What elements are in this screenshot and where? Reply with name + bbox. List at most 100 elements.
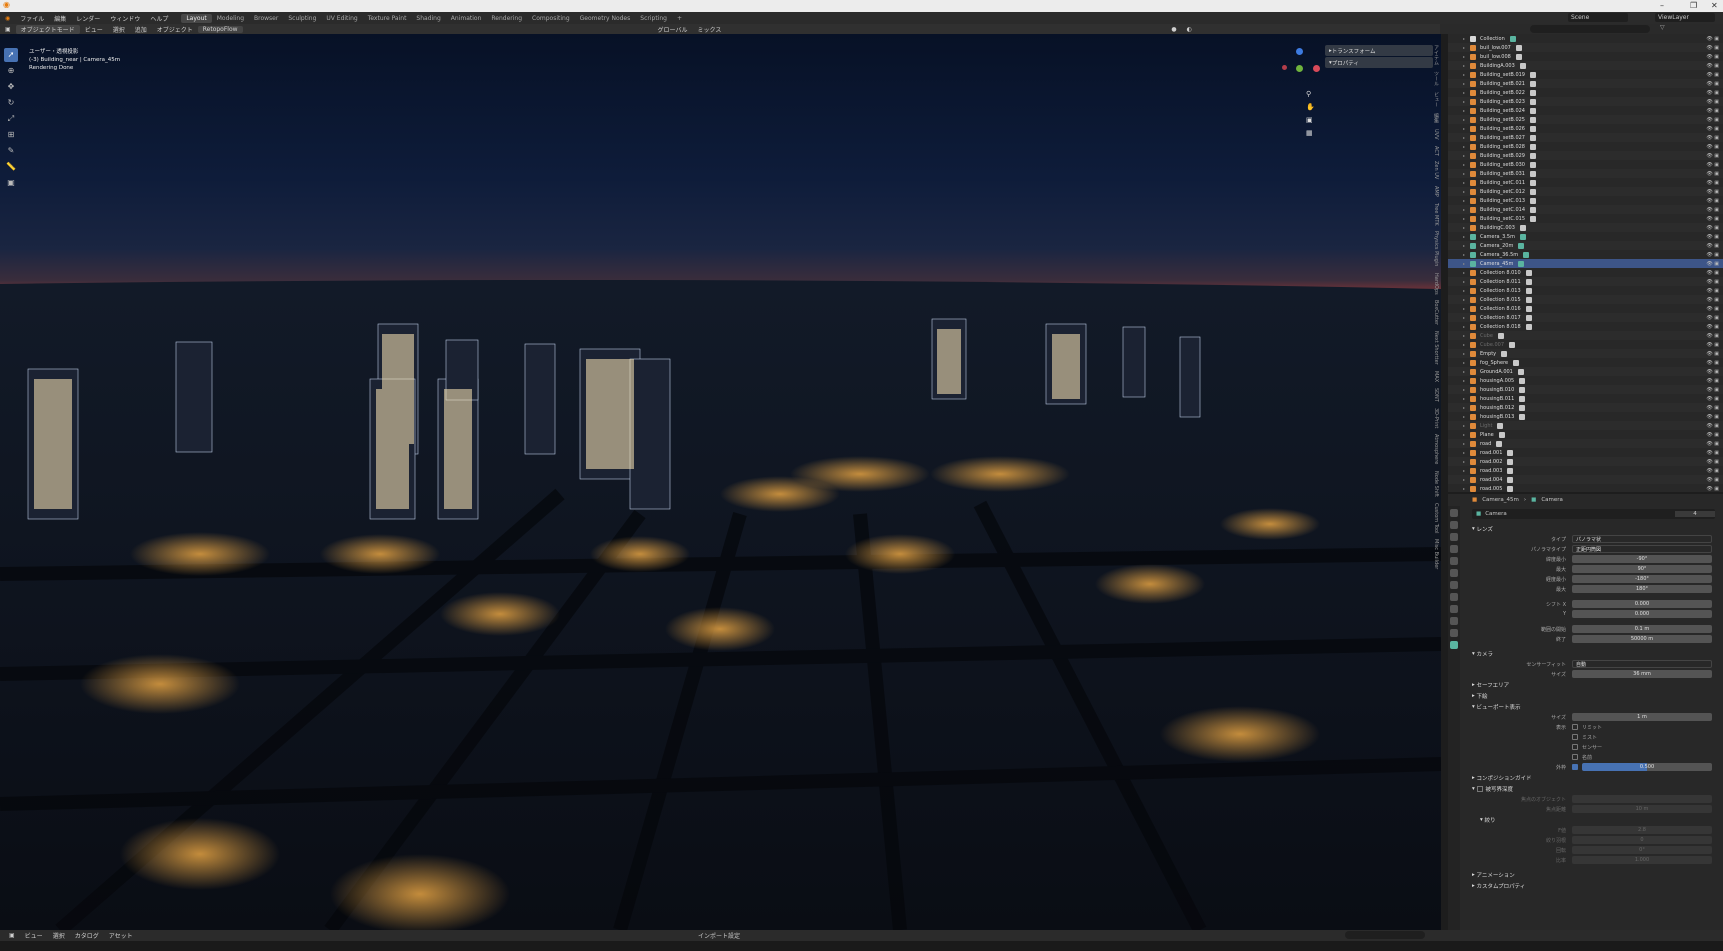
expand-icon[interactable]: ▸ xyxy=(1463,90,1465,95)
menu-edit[interactable]: 編集 xyxy=(49,14,71,23)
lens-dropdown[interactable]: パノラマ状 xyxy=(1572,535,1712,543)
transform-panel[interactable]: ▸ トランスフォーム xyxy=(1325,45,1433,56)
expand-icon[interactable]: ▸ xyxy=(1463,63,1465,68)
viewlayer-selector[interactable]: ViewLayer xyxy=(1655,13,1715,22)
tab-browser[interactable]: Browser xyxy=(249,14,283,23)
visibility-icon[interactable]: 👁 ▣ xyxy=(1706,288,1719,294)
visibility-icon[interactable]: 👁 ▣ xyxy=(1706,468,1719,474)
select-tool-icon[interactable]: ➚ xyxy=(4,48,18,62)
sidebar-tab[interactable]: Physics Plugin xyxy=(1433,231,1439,266)
sidebar-tab[interactable]: MAX xyxy=(1433,371,1439,382)
mesh-data-icon[interactable] xyxy=(1519,413,1526,420)
lens-number-field[interactable]: -90° xyxy=(1572,555,1712,563)
lens-number-field[interactable]: 0.000 xyxy=(1572,610,1712,618)
sidebar-tab[interactable]: Atmosphere xyxy=(1433,434,1439,464)
mesh-data-icon[interactable] xyxy=(1530,215,1537,222)
outliner-row[interactable]: ▸ housingB.011 👁 ▣ xyxy=(1448,394,1723,403)
outliner-row[interactable]: ▸ Empty 👁 ▣ xyxy=(1448,349,1723,358)
neg-x-axis-icon[interactable] xyxy=(1282,65,1287,70)
expand-icon[interactable]: ▸ xyxy=(1463,324,1465,329)
visibility-icon[interactable]: 👁 ▣ xyxy=(1706,432,1719,438)
lens-number-field[interactable]: 180° xyxy=(1572,585,1712,593)
passepartout-slider[interactable]: 0.500 xyxy=(1582,763,1712,771)
outliner-row[interactable]: ▸ housingB.012 👁 ▣ xyxy=(1448,403,1723,412)
expand-icon[interactable]: ▸ xyxy=(1463,432,1465,437)
mode-dropdown[interactable]: オブジェクトモード xyxy=(15,24,80,34)
status-asset[interactable]: アセット xyxy=(104,931,138,940)
visibility-icon[interactable]: 👁 ▣ xyxy=(1706,207,1719,213)
editor-type-icon[interactable]: ▣ xyxy=(0,26,16,33)
expand-icon[interactable]: ▸ xyxy=(1463,144,1465,149)
sidebar-tab[interactable]: AMP xyxy=(1433,186,1439,197)
mesh-data-icon[interactable] xyxy=(1519,404,1526,411)
visibility-icon[interactable]: 👁 ▣ xyxy=(1706,252,1719,258)
mesh-data-icon[interactable] xyxy=(1497,332,1504,339)
mesh-data-icon[interactable] xyxy=(1496,440,1503,447)
outliner-row[interactable]: ▸ housingB.013 👁 ▣ xyxy=(1448,412,1723,421)
status-view[interactable]: ビュー xyxy=(20,931,48,940)
outliner-row[interactable]: ▸ housingA.005 👁 ▣ xyxy=(1448,376,1723,385)
outliner-row[interactable]: ▸ Collection 8.016 👁 ▣ xyxy=(1448,304,1723,313)
mesh-data-icon[interactable] xyxy=(1525,269,1532,276)
minimize-button[interactable]: – xyxy=(1660,1,1664,10)
expand-icon[interactable]: ▸ xyxy=(1463,99,1465,104)
restore-button[interactable]: ❐ xyxy=(1690,1,1697,10)
orientation-dropdown[interactable]: グローバル xyxy=(653,25,693,34)
tab-layout[interactable]: Layout xyxy=(181,13,212,23)
outliner-search-input[interactable] xyxy=(1530,25,1650,33)
mesh-data-icon[interactable] xyxy=(1525,323,1532,330)
outliner-row[interactable]: ▸ buil_low.008 👁 ▣ xyxy=(1448,52,1723,61)
mesh-data-icon[interactable] xyxy=(1498,431,1505,438)
visibility-icon[interactable]: 👁 ▣ xyxy=(1706,45,1719,51)
outliner-row[interactable]: ▸ Building_setC.015 👁 ▣ xyxy=(1448,214,1723,223)
tab-modeling[interactable]: Modeling xyxy=(212,14,249,23)
mesh-data-icon[interactable] xyxy=(1525,287,1532,294)
lens-number-field[interactable]: -180° xyxy=(1572,575,1712,583)
sidebar-tab[interactable]: ツール xyxy=(1433,71,1440,86)
visibility-icon[interactable]: 👁 ▣ xyxy=(1706,387,1719,393)
tab-geometry-nodes[interactable]: Geometry Nodes xyxy=(575,14,636,23)
mesh-data-icon[interactable] xyxy=(1515,53,1522,60)
visibility-icon[interactable]: 👁 ▣ xyxy=(1706,216,1719,222)
outliner-row[interactable]: ▸ Camera_36.5m 👁 ▣ xyxy=(1448,250,1723,259)
expand-icon[interactable]: ▸ xyxy=(1463,261,1465,266)
tab-animation[interactable]: Animation xyxy=(446,14,487,23)
mesh-data-icon[interactable] xyxy=(1530,80,1536,87)
outliner-row[interactable]: ▸ Collection 👁 ▣ xyxy=(1448,34,1723,43)
camera-data-icon[interactable] xyxy=(1519,233,1526,240)
outliner-row[interactable]: ▸ road.003 👁 ▣ xyxy=(1448,466,1723,475)
scale-tool-icon[interactable]: ⤢ xyxy=(4,112,18,126)
visibility-icon[interactable]: 👁 ▣ xyxy=(1706,315,1719,321)
mesh-data-icon[interactable] xyxy=(1530,98,1536,105)
ratio-field[interactable]: 1.000 xyxy=(1572,856,1712,864)
rotate-tool-icon[interactable]: ↻ xyxy=(4,96,18,110)
visibility-icon[interactable]: 👁 ▣ xyxy=(1706,324,1719,330)
mesh-data-icon[interactable] xyxy=(1530,197,1537,204)
editor-type-icon-bottom[interactable]: ▣ xyxy=(4,932,20,939)
retopoflow-button[interactable]: RetopoFlow xyxy=(197,25,243,33)
expand-icon[interactable]: ▸ xyxy=(1463,414,1465,419)
passepartout-checkbox[interactable] xyxy=(1572,764,1578,770)
add-workspace-icon[interactable]: + xyxy=(672,14,687,23)
visibility-icon[interactable]: 👁 ▣ xyxy=(1706,360,1719,366)
visibility-icon[interactable]: 👁 ▣ xyxy=(1706,369,1719,375)
close-button[interactable]: ✕ xyxy=(1711,1,1718,10)
animation-section[interactable]: ▸ アニメーション xyxy=(1472,869,1723,880)
visibility-icon[interactable]: 👁 ▣ xyxy=(1706,36,1719,42)
physics-tab-icon[interactable] xyxy=(1450,617,1458,625)
focus-object-field[interactable] xyxy=(1572,795,1712,803)
visibility-icon[interactable]: 👁 ▣ xyxy=(1706,81,1719,87)
visibility-icon[interactable]: 👁 ▣ xyxy=(1706,63,1719,69)
outliner-row[interactable]: ▸ Collection 8.011 👁 ▣ xyxy=(1448,277,1723,286)
expand-icon[interactable]: ▸ xyxy=(1463,225,1465,230)
measure-tool-icon[interactable]: 📏 xyxy=(4,160,18,174)
tab-compositing[interactable]: Compositing xyxy=(527,14,575,23)
menu-view[interactable]: ビュー xyxy=(80,25,108,34)
expand-icon[interactable]: ▸ xyxy=(1463,45,1465,50)
view-layer-tab-icon[interactable] xyxy=(1450,545,1458,553)
visibility-icon[interactable]: 👁 ▣ xyxy=(1706,423,1719,429)
sidebar-tab[interactable]: 3D-Print xyxy=(1433,408,1439,428)
outliner-row[interactable]: ▸ Building_setB.028 👁 ▣ xyxy=(1448,142,1723,151)
menu-file[interactable]: ファイル xyxy=(15,14,49,23)
mesh-data-icon[interactable] xyxy=(1519,395,1526,402)
